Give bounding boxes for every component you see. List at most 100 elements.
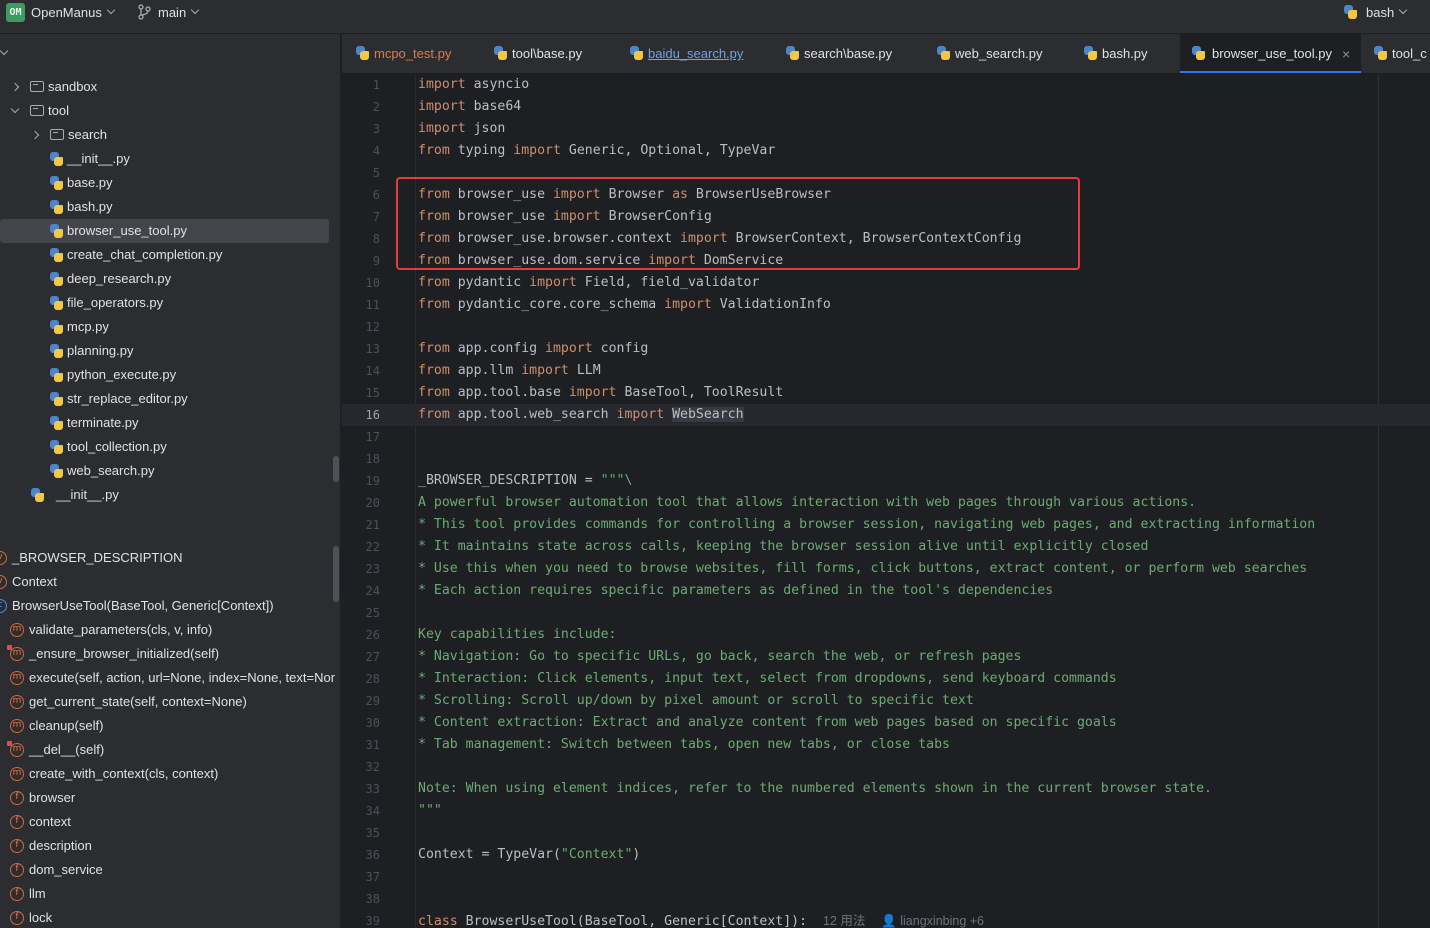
chevron-down-icon[interactable]: [10, 104, 20, 114]
code-line[interactable]: 14 from app.llm import LLM: [342, 360, 1430, 382]
branch-name[interactable]: main: [158, 5, 186, 20]
tree-item-init-py[interactable]: __init__.py: [0, 483, 340, 503]
code-line[interactable]: 39 class BrowserUseTool(BaseTool, Generic…: [342, 910, 1430, 928]
project-badge[interactable]: OM: [6, 3, 25, 22]
code-line[interactable]: 12: [342, 316, 1430, 338]
tab-web-search-py[interactable]: web_search.py: [937, 34, 1067, 73]
structure-item[interactable]: m _ensure_browser_initialized(self): [0, 642, 340, 666]
tab-mcpo-test-py[interactable]: mcpo_test.py: [356, 34, 476, 73]
tab-search-base-py[interactable]: search\base.py: [786, 34, 921, 73]
structure-item[interactable]: f lock: [0, 906, 340, 928]
structure-item[interactable]: f description: [0, 834, 340, 858]
tab-tool-base-py[interactable]: tool\base.py: [494, 34, 614, 73]
code-line[interactable]: 29 * Scrolling: Scroll up/down by pixel a…: [342, 690, 1430, 712]
structure-item[interactable]: m cleanup(self): [0, 714, 340, 738]
tree-item-tool[interactable]: tool: [0, 99, 340, 123]
code-line[interactable]: 3 import json: [342, 118, 1430, 140]
chevron-down-icon[interactable]: [106, 5, 116, 15]
tree-item-python-execute-py[interactable]: python_execute.py: [0, 363, 340, 387]
tree-item-bash-py[interactable]: bash.py: [0, 195, 340, 219]
structure-item[interactable]: f dom_service: [0, 858, 340, 882]
code-line[interactable]: 20 A powerful browser automation tool tha…: [342, 492, 1430, 514]
tree-item-planning-py[interactable]: planning.py: [0, 339, 340, 363]
code-line[interactable]: 34 """: [342, 800, 1430, 822]
code-line[interactable]: 32: [342, 756, 1430, 778]
structure-item[interactable]: v _BROWSER_DESCRIPTION: [0, 546, 340, 570]
code-line[interactable]: 36 Context = TypeVar("Context"): [342, 844, 1430, 866]
chevron-down-icon[interactable]: [1398, 5, 1408, 15]
tab-bash-py[interactable]: bash.py: [1084, 34, 1164, 73]
code-editor[interactable]: 1 import asyncio 2 import base64 3 import jso…: [342, 75, 1430, 928]
tree-item-mcp-py[interactable]: mcp.py: [0, 315, 340, 339]
code-line[interactable]: 6 from browser_use import Browser as Brow…: [342, 184, 1430, 206]
chevron-right-icon[interactable]: [10, 82, 20, 92]
code-line[interactable]: 21 * This tool provides commands for cont…: [342, 514, 1430, 536]
structure-item[interactable]: v Context: [0, 570, 340, 594]
code-line[interactable]: 5: [342, 162, 1430, 184]
chevron-right-icon[interactable]: [30, 130, 40, 140]
tab-tool-c[interactable]: tool_c: [1374, 34, 1430, 73]
structure-item[interactable]: f context: [0, 810, 340, 834]
code-line[interactable]: 25: [342, 602, 1430, 624]
code-line[interactable]: 30 * Content extraction: Extract and anal…: [342, 712, 1430, 734]
structure-item[interactable]: m create_with_context(cls, context): [0, 762, 340, 786]
code-line[interactable]: 18: [342, 448, 1430, 470]
code-line[interactable]: 15 from app.tool.base import BaseTool, To…: [342, 382, 1430, 404]
author-inlay-hint[interactable]: 👤 liangxinbing +6: [881, 914, 984, 928]
project-name[interactable]: OpenManus: [31, 5, 102, 20]
tree-item-sandbox[interactable]: sandbox: [0, 75, 340, 99]
code-line[interactable]: 1 import asyncio: [342, 75, 1430, 96]
code-line[interactable]: 38: [342, 888, 1430, 910]
line-number: 12: [365, 320, 380, 334]
tree-item-str-replace-editor-py[interactable]: str_replace_editor.py: [0, 387, 340, 411]
tab-browser-use-tool-py[interactable]: browser_use_tool.py ×: [1180, 34, 1361, 73]
code-line[interactable]: 8 from browser_use.browser.context import…: [342, 228, 1430, 250]
code-line[interactable]: 13 from app.config import config: [342, 338, 1430, 360]
code-line[interactable]: 19 _BROWSER_DESCRIPTION = """\: [342, 470, 1430, 492]
code-line[interactable]: 28 * Interaction: Click elements, input t…: [342, 668, 1430, 690]
structure-scrollbar[interactable]: [333, 546, 339, 602]
code-line[interactable]: 37: [342, 866, 1430, 888]
chevron-down-icon[interactable]: [0, 46, 9, 56]
tab-baidu-search-py[interactable]: baidu_search.py: [630, 34, 770, 73]
code-line[interactable]: 10 from pydantic import Field, field_vali…: [342, 272, 1430, 294]
code-line[interactable]: 9 from browser_use.dom.service import Dom…: [342, 250, 1430, 272]
structure-item[interactable]: m execute(self, action, url=None, index=N…: [0, 666, 340, 690]
code-line[interactable]: 27 * Navigation: Go to specific URLs, go …: [342, 646, 1430, 668]
tree-item-web-search-py[interactable]: web_search.py: [0, 459, 340, 483]
usages-inlay-hint[interactable]: 12 用法: [823, 914, 865, 928]
code-line[interactable]: 2 import base64: [342, 96, 1430, 118]
code-line[interactable]: 35: [342, 822, 1430, 844]
tree-item-create-chat-completion-py[interactable]: create_chat_completion.py: [0, 243, 340, 267]
tree-scrollbar[interactable]: [333, 456, 339, 482]
tree-item-search[interactable]: search: [0, 123, 340, 147]
git-branch-icon[interactable]: [137, 4, 151, 20]
code-line[interactable]: 26 Key capabilities include:: [342, 624, 1430, 646]
tree-item-init-py[interactable]: __init__.py: [0, 147, 340, 171]
code-line[interactable]: 23 * Use this when you need to browse web…: [342, 558, 1430, 580]
code-line[interactable]: 24 * Each action requires specific parame…: [342, 580, 1430, 602]
code-line[interactable]: 16 from app.tool.web_search import WebSea…: [342, 404, 1430, 426]
run-configuration[interactable]: bash: [1366, 5, 1394, 20]
code-line[interactable]: 22 * It maintains state across calls, kee…: [342, 536, 1430, 558]
structure-item[interactable]: m __del__(self): [0, 738, 340, 762]
code-line[interactable]: 31 * Tab management: Switch between tabs,…: [342, 734, 1430, 756]
chevron-down-icon[interactable]: [190, 5, 200, 15]
code-line[interactable]: 17: [342, 426, 1430, 448]
structure-item[interactable]: m get_current_state(self, context=None): [0, 690, 340, 714]
tree-item-file-operators-py[interactable]: file_operators.py: [0, 291, 340, 315]
close-icon[interactable]: ×: [1342, 34, 1350, 73]
structure-item[interactable]: f browser: [0, 786, 340, 810]
tree-item-browser-use-tool-py[interactable]: browser_use_tool.py: [0, 219, 329, 243]
structure-item[interactable]: c BrowserUseTool(BaseTool, Generic[Contex…: [0, 594, 340, 618]
code-line[interactable]: 33 Note: When using element indices, refe…: [342, 778, 1430, 800]
tree-item-deep-research-py[interactable]: deep_research.py: [0, 267, 340, 291]
tree-item-tool-collection-py[interactable]: tool_collection.py: [0, 435, 340, 459]
code-line[interactable]: 7 from browser_use import BrowserConfig: [342, 206, 1430, 228]
code-line[interactable]: 11 from pydantic_core.core_schema import …: [342, 294, 1430, 316]
structure-item[interactable]: f llm: [0, 882, 340, 906]
structure-item[interactable]: m validate_parameters(cls, v, info): [0, 618, 340, 642]
tree-item-base-py[interactable]: base.py: [0, 171, 340, 195]
code-line[interactable]: 4 from typing import Generic, Optional, T…: [342, 140, 1430, 162]
tree-item-terminate-py[interactable]: terminate.py: [0, 411, 340, 435]
